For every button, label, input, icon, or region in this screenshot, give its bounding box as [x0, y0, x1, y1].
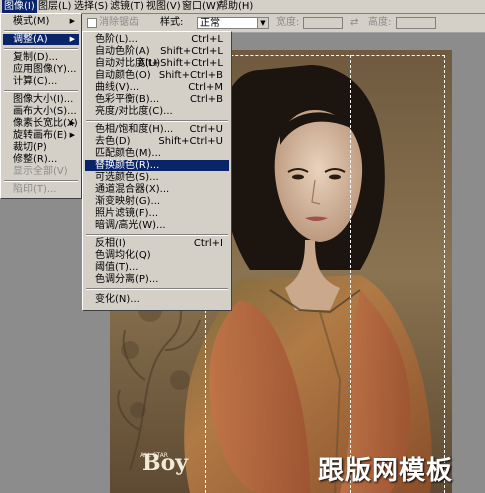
width-label: 宽度: — [276, 17, 300, 28]
menu-item-desaturate[interactable]: 去色(D) Shift+Ctrl+U — [85, 136, 229, 147]
submenu-arrow-icon: ▶ — [69, 35, 75, 43]
menu-image[interactable]: 图像(I) — [2, 0, 37, 13]
style-value: 正常 — [200, 18, 220, 29]
menu-item-auto-levels[interactable]: 自动色阶(A) Shift+Ctrl+L — [85, 46, 229, 57]
menu-item-crop[interactable]: 裁切(P) — [3, 142, 79, 153]
menu-item-invert[interactable]: 反相(I) Ctrl+I — [85, 238, 229, 249]
menu-item-auto-color[interactable]: 自动颜色(O) Shift+Ctrl+B — [85, 70, 229, 81]
menu-separator — [4, 30, 78, 32]
menu-item-replace-color[interactable]: 替换颜色(R)... — [85, 160, 229, 171]
width-field[interactable] — [303, 17, 343, 29]
menu-item-posterize[interactable]: 色调分离(P)... — [85, 274, 229, 285]
menu-select[interactable]: 选择(S) — [72, 0, 110, 13]
menu-layer[interactable]: 图层(L) — [36, 0, 73, 13]
menu-item-photo-filter[interactable]: 照片滤镜(F)... — [85, 208, 229, 219]
submenu-arrow-icon: ▶ — [69, 17, 75, 25]
selection-marquee — [205, 55, 445, 493]
menu-item-adjust[interactable]: 调整(A) ▶ — [3, 34, 79, 45]
menu-bar: 图像(I) 图层(L) 选择(S) 滤镜(T) 视图(V) 窗口(W) 帮助(H… — [0, 0, 485, 14]
submenu-arrow-icon: ▶ — [69, 119, 75, 127]
watermark-text: 跟版网模板 — [318, 456, 454, 486]
height-label: 高度: — [368, 17, 392, 28]
menu-separator — [4, 180, 78, 182]
menu-item-equalize[interactable]: 色调均化(Q) — [85, 250, 229, 261]
anti-alias-label: 消除锯齿 — [99, 17, 139, 28]
style-label: 样式: — [160, 17, 184, 28]
menu-item-image-size[interactable]: 图像大小(I)... — [3, 94, 79, 105]
chevron-down-icon: ▼ — [257, 18, 268, 28]
image-menu: 模式(M) ▶ 调整(A) ▶ 复制(D)... 应用图像(Y)... 计算(C).… — [0, 13, 82, 199]
menu-item-gradient-map[interactable]: 渐变映射(G)... — [85, 196, 229, 207]
menu-item-duplicate[interactable]: 复制(D)... — [3, 52, 79, 63]
menu-item-auto-contrast[interactable]: 自动对比度(U) Alt+Shift+Ctrl+L — [85, 58, 229, 69]
menu-item-trim[interactable]: 修整(R)... — [3, 154, 79, 165]
menu-separator — [86, 120, 228, 122]
style-select[interactable]: 正常 ▼ — [197, 17, 269, 29]
menu-item-color-balance[interactable]: 色彩平衡(B)... Ctrl+B — [85, 94, 229, 105]
menu-help[interactable]: 帮助(H) — [216, 0, 255, 13]
menu-item-calculations[interactable]: 计算(C)... — [3, 76, 79, 87]
menu-separator — [86, 288, 228, 290]
menu-filter[interactable]: 滤镜(T) — [108, 0, 146, 13]
menu-item-match-color[interactable]: 匹配颜色(M)... — [85, 148, 229, 159]
menu-item-levels[interactable]: 色阶(L)... Ctrl+L — [85, 34, 229, 45]
menu-item-threshold[interactable]: 阈值(T)... — [85, 262, 229, 273]
anti-alias-checkbox[interactable] — [87, 18, 97, 28]
menu-item-reveal-all[interactable]: 显示全部(V) — [3, 166, 79, 177]
menu-item-rotate-canvas[interactable]: 旋转画布(E) ▶ — [3, 130, 79, 141]
logo-small-text: ALL STAR — [140, 452, 168, 459]
menu-item-curves[interactable]: 曲线(V)... Ctrl+M — [85, 82, 229, 93]
menu-item-selective-color[interactable]: 可选颜色(S)... — [85, 172, 229, 183]
menu-view[interactable]: 视图(V) — [144, 0, 183, 13]
menu-item-apply-image[interactable]: 应用图像(Y)... — [3, 64, 79, 75]
selection-center-guide — [350, 55, 351, 493]
menu-separator — [86, 234, 228, 236]
menu-item-canvas-size[interactable]: 画布大小(S)... — [3, 106, 79, 117]
submenu-arrow-icon: ▶ — [69, 131, 75, 139]
swap-icon: ⇄ — [350, 17, 359, 28]
menu-separator — [4, 48, 78, 50]
menu-item-variations[interactable]: 变化(N)... — [85, 294, 229, 305]
menu-item-shadow-highlight[interactable]: 暗调/高光(W)... — [85, 220, 229, 231]
height-field[interactable] — [396, 17, 436, 29]
menu-item-trap[interactable]: 陷印(T)... — [3, 184, 79, 195]
menu-item-mode[interactable]: 模式(M) ▶ — [3, 16, 79, 27]
menu-item-channel-mixer[interactable]: 通道混合器(X)... — [85, 184, 229, 195]
adjust-submenu: 色阶(L)... Ctrl+L 自动色阶(A) Shift+Ctrl+L 自动对比度… — [82, 31, 232, 311]
menu-item-pixel-aspect[interactable]: 像素长宽比(X) ▶ — [3, 118, 79, 129]
menu-item-hue-saturation[interactable]: 色相/饱和度(H)... Ctrl+U — [85, 124, 229, 135]
menu-item-brightness-contrast[interactable]: 亮度/对比度(C)... — [85, 106, 229, 117]
menu-separator — [4, 90, 78, 92]
